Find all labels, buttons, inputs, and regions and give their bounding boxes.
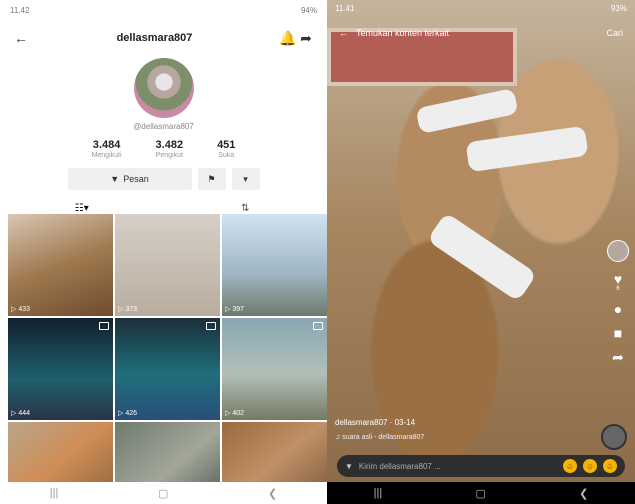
profile-handle: @dellasmara807 xyxy=(133,122,194,131)
play-icon: ▷ xyxy=(225,306,231,313)
status-time: 11.42 xyxy=(10,5,30,15)
system-nav-bar: ||| ▢ ❮ xyxy=(0,482,327,504)
album-icon xyxy=(99,322,109,330)
tab-videos[interactable]: ☷▾ xyxy=(0,203,164,214)
view-count-text: 433 xyxy=(18,305,31,313)
send-icon: ▼ xyxy=(110,174,120,184)
action-rail: ♥ 6 ● ■ ➦ xyxy=(607,240,629,364)
heart-icon: ♥ xyxy=(613,271,623,287)
view-count-text: 402 xyxy=(232,409,245,417)
video-thumb[interactable]: ▷ 397 xyxy=(222,214,327,316)
video-battery-status: 93% xyxy=(610,4,627,13)
home-icon[interactable]: ▢ xyxy=(475,487,485,500)
profile-header: ← dellasmara807 🔔 ➦ xyxy=(0,20,327,56)
video-top-bar: ← Temukan konten terkait Cari xyxy=(339,28,623,38)
view-count-text: 426 xyxy=(125,409,138,417)
video-thumb[interactable]: ▷ 373 xyxy=(115,214,220,316)
avatar[interactable] xyxy=(133,58,194,118)
album-icon xyxy=(206,322,216,330)
recent-apps-icon[interactable]: ||| xyxy=(50,487,59,499)
avatar-wrap xyxy=(0,58,327,118)
send-icon: ▼ xyxy=(345,461,353,471)
home-icon[interactable]: ▢ xyxy=(158,487,168,500)
share-icon: ➦ xyxy=(612,349,624,365)
view-count: ▷ 426 xyxy=(118,409,138,418)
video-thumb[interactable]: ▷ 433 xyxy=(8,214,113,316)
back-icon[interactable]: ❮ xyxy=(268,487,277,500)
view-count-text: 444 xyxy=(18,409,31,417)
view-count: ▷ 397 xyxy=(225,305,245,314)
stat-following-label: Mengikuti xyxy=(91,152,122,159)
stat-likes-label: Suka xyxy=(218,152,235,159)
share-button[interactable]: ➦ xyxy=(612,350,624,364)
play-icon: ▷ xyxy=(11,306,17,313)
stat-followers[interactable]: 3.482 Pengikut xyxy=(156,139,184,159)
video-username[interactable]: dellasmara807 · 03-14 xyxy=(335,418,415,427)
repost-icon: ⇅ xyxy=(241,202,250,214)
like-button[interactable]: ♥ 6 xyxy=(614,272,622,292)
view-count-text: 397 xyxy=(232,305,245,313)
emoji-icon[interactable]: ☺ xyxy=(563,459,577,473)
battery-status: 94% xyxy=(300,5,317,15)
stat-followers-value: 3.482 xyxy=(155,139,184,151)
video-music[interactable]: ♫ suara asli - dellasmara807 xyxy=(335,434,424,441)
play-icon: ▷ xyxy=(118,410,124,417)
follow-user-button[interactable]: ⚑ xyxy=(197,168,226,190)
back-icon[interactable]: ❮ xyxy=(579,487,588,500)
view-count: ▷ 402 xyxy=(225,409,245,418)
profile-actions: ▼ Pesan ⚑ ▾ xyxy=(0,168,327,190)
grid-icon: ☷▾ xyxy=(74,202,89,214)
play-icon: ▷ xyxy=(225,410,231,417)
status-bar: 11.42 94% xyxy=(0,0,327,20)
related-content-label[interactable]: Temukan konten terkait xyxy=(356,28,606,38)
search-link[interactable]: Cari xyxy=(606,28,623,38)
album-icon xyxy=(313,322,323,330)
comment-icon: ● xyxy=(613,301,623,317)
view-count: ▷ 373 xyxy=(118,305,138,314)
comment-input[interactable]: Kirim dellasmara807 ... xyxy=(359,462,557,471)
emoji-icon[interactable]: ☺ xyxy=(583,459,597,473)
bell-icon[interactable]: 🔔 xyxy=(279,29,297,47)
video-grid: ▷ 433 ▷ 373 ▷ 397 ▷ 444 ▷ 426 ▷ 402 xyxy=(8,214,327,504)
emoji-icon[interactable]: ☺ xyxy=(603,459,617,473)
user-check-icon: ⚑ xyxy=(207,173,216,184)
more-dropdown-button[interactable]: ▾ xyxy=(231,168,260,190)
bookmark-icon: ■ xyxy=(613,325,623,341)
recent-apps-icon[interactable]: ||| xyxy=(374,487,383,499)
stat-following-value: 3.484 xyxy=(92,139,121,151)
view-count: ▷ 444 xyxy=(11,409,31,418)
video-player-panel[interactable]: 11.41 93% ← Temukan konten terkait Cari … xyxy=(327,0,635,504)
stat-followers-label: Pengikut xyxy=(155,152,183,159)
comment-bar[interactable]: ▼ Kirim dellasmara807 ... ☺ ☺ ☺ xyxy=(337,455,625,477)
message-button[interactable]: ▼ Pesan xyxy=(67,168,192,190)
music-disc-icon[interactable] xyxy=(601,424,627,450)
share-icon[interactable]: ➦ xyxy=(297,29,315,47)
profile-title: dellasmara807 xyxy=(116,32,193,44)
video-status-time: 11.41 xyxy=(335,4,355,13)
view-count-text: 373 xyxy=(125,305,138,313)
video-thumb[interactable]: ▷ 444 xyxy=(8,318,113,420)
play-icon: ▷ xyxy=(11,410,17,417)
stat-likes-value: 451 xyxy=(217,139,236,151)
video-system-nav-bar: ||| ▢ ❮ xyxy=(327,482,635,504)
stat-following[interactable]: 3.484 Mengikuti xyxy=(92,139,122,159)
tab-reposts[interactable]: ⇅ xyxy=(164,203,328,214)
profile-stats: 3.484 Mengikuti 3.482 Pengikut 451 Suka xyxy=(0,139,327,159)
stat-likes[interactable]: 451 Suka xyxy=(217,139,235,159)
profile-panel: 11.42 94% ← dellasmara807 🔔 ➦ @dellasmar… xyxy=(0,0,327,504)
message-label: Pesan xyxy=(123,174,149,184)
video-thumb[interactable]: ▷ 402 xyxy=(222,318,327,420)
back-arrow-icon[interactable]: ← xyxy=(339,28,348,38)
creator-avatar[interactable] xyxy=(607,240,629,262)
video-status-bar: 11.41 93% xyxy=(335,4,627,13)
play-icon: ▷ xyxy=(118,306,124,313)
view-count: ▷ 433 xyxy=(11,305,31,314)
comment-button[interactable]: ● xyxy=(614,302,622,316)
bookmark-button[interactable]: ■ xyxy=(614,326,622,340)
chevron-down-icon: ▾ xyxy=(243,173,248,184)
video-thumb[interactable]: ▷ 426 xyxy=(115,318,220,420)
back-arrow-icon[interactable]: ← xyxy=(12,29,30,47)
